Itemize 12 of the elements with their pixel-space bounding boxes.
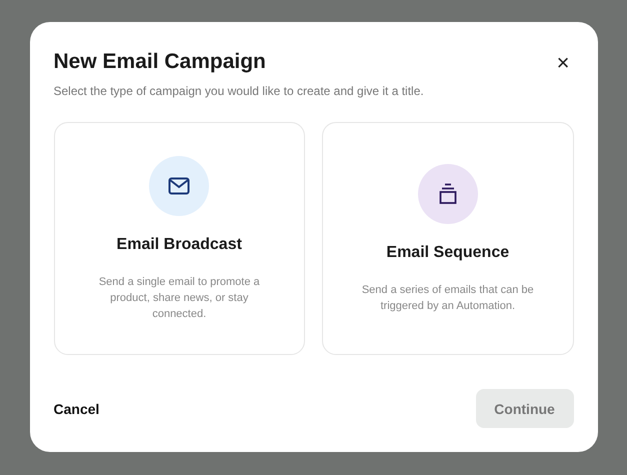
- option-title: Email Sequence: [386, 244, 510, 262]
- campaign-option-card[interactable]: Email Sequence Send a series of emails that can be triggered by an Automation.: [322, 122, 574, 355]
- option-description: Send a single email to promote a product, share news, or stay connected.: [98, 274, 261, 322]
- envelope-icon: [168, 176, 190, 194]
- stack-icon: [438, 182, 457, 204]
- option-title: Email Broadcast: [116, 236, 242, 254]
- dialog-subtitle: Select the type of campaign you would like to create and give it a title.: [54, 84, 425, 98]
- cancel-button[interactable]: Cancel: [54, 392, 100, 424]
- dialog-title: New Email Campaign: [54, 50, 266, 74]
- option-description: Send a series of emails that can be triggered by an Automation.: [360, 282, 535, 314]
- campaign-option-card[interactable]: Email Broadcast Send a single email to promote a product, share news, or stay connected.: [54, 122, 305, 355]
- close-button[interactable]: ×: [552, 50, 574, 76]
